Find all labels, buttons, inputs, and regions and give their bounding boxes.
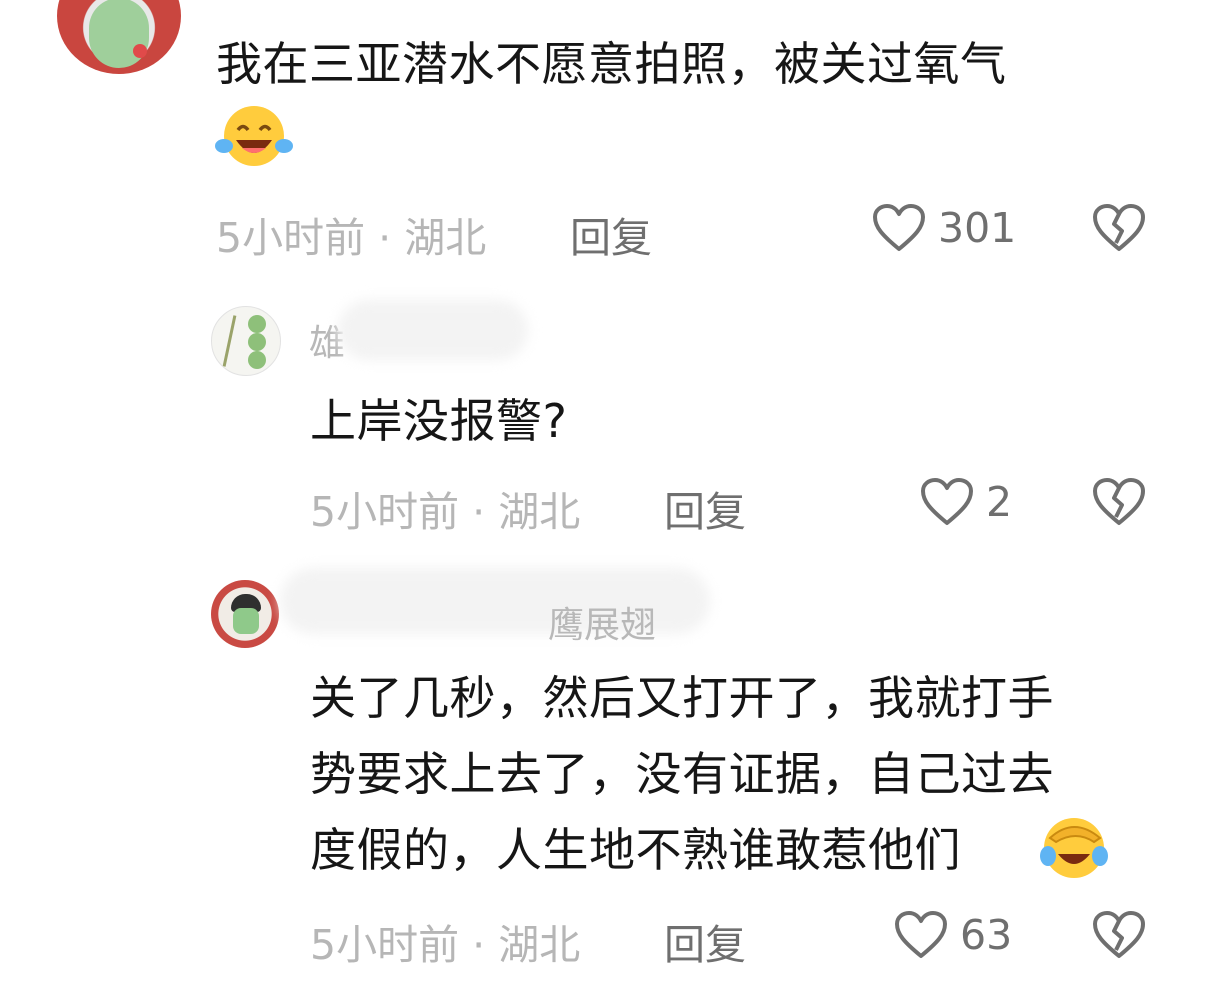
username-blur (338, 300, 528, 360)
dislike-button[interactable] (1092, 910, 1146, 964)
username[interactable]: 鹰展翅 (548, 596, 656, 648)
broken-heart-icon (1093, 478, 1145, 525)
like-count: 301 (938, 204, 1017, 252)
reply-button[interactable]: 回复 (664, 478, 746, 538)
broken-heart-icon (1093, 911, 1145, 958)
heart-outline-icon (895, 911, 947, 958)
heart-outline-icon (873, 204, 925, 251)
like-button[interactable] (872, 203, 926, 257)
avatar[interactable] (211, 580, 279, 648)
avatar[interactable] (211, 306, 281, 376)
comment-text: 上岸没报警? (310, 394, 568, 448)
avatar[interactable] (57, 0, 181, 74)
comment-meta: 5小时前 · 湖北 (216, 214, 487, 262)
comment-meta: 5小时前 · 湖北 (310, 488, 581, 536)
comment-meta: 5小时前 · 湖北 (310, 921, 581, 969)
comment-text-line-2: 势要求上去了，没有证据，自己过去 (310, 747, 1054, 801)
reply-button[interactable]: 回复 (664, 911, 746, 971)
comment-text-line-1: 关了几秒，然后又打开了，我就打手 (310, 671, 1054, 725)
broken-heart-icon (1093, 204, 1145, 251)
like-count: 2 (986, 478, 1013, 526)
like-button[interactable] (894, 910, 948, 964)
comment-text: 我在三亚潜水不愿意拍照，被关过氧气 (216, 37, 1007, 91)
like-button[interactable] (920, 477, 974, 531)
like-count: 63 (960, 911, 1013, 959)
reply-button[interactable]: 回复 (570, 204, 652, 264)
heart-outline-icon (921, 478, 973, 525)
laughing-tears-emoji (214, 102, 294, 170)
dislike-button[interactable] (1092, 477, 1146, 531)
facepalm-crying-emoji (1036, 812, 1112, 886)
comment-text-line-3: 度假的，人生地不熟谁敢惹他们 (310, 823, 961, 877)
dislike-button[interactable] (1092, 203, 1146, 257)
